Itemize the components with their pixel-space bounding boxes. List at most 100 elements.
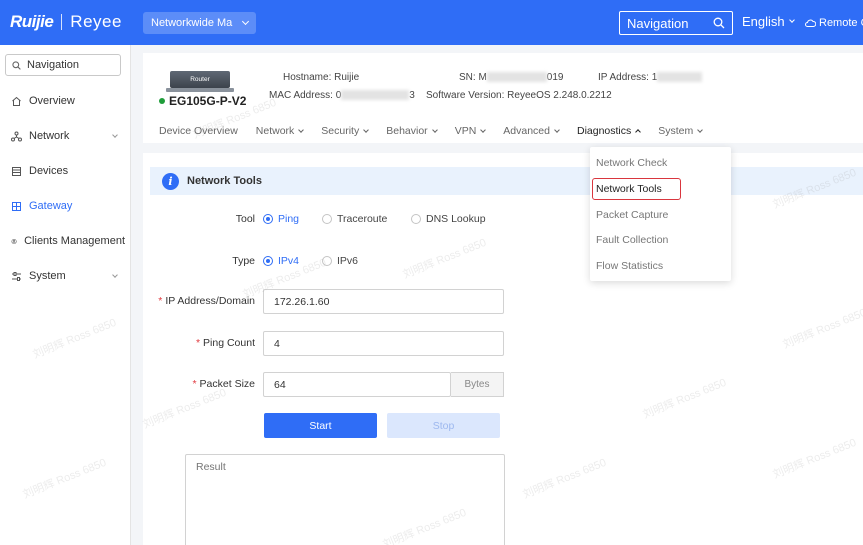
sn-label: SN:: [459, 72, 476, 83]
tab-label: VPN: [454, 125, 477, 137]
section-header: i Network Tools: [150, 167, 863, 195]
tab-label: Device Overview: [159, 125, 238, 137]
network-icon: [11, 131, 22, 141]
menu-item-packet-capture[interactable]: Packet Capture: [596, 209, 668, 221]
ip-info: IP Address: 1: [598, 72, 703, 83]
tab-system[interactable]: System: [658, 125, 704, 137]
chevron-down-icon: [112, 271, 118, 278]
section-title: Network Tools: [187, 175, 262, 187]
gateway-icon: [12, 201, 21, 211]
required-asterisk: *: [195, 337, 201, 349]
tab-behavior[interactable]: Behavior: [386, 125, 438, 137]
chevron-down-icon: [788, 17, 795, 23]
menu-item-network-check[interactable]: Network Check: [596, 157, 667, 169]
diagnostics-dropdown: Network Check Network Tools Packet Captu…: [590, 147, 731, 281]
highlight-box: [592, 178, 681, 200]
brand-secondary: Reyee: [70, 12, 122, 31]
tab-device-overview[interactable]: Device Overview: [159, 125, 238, 137]
ip-domain-input[interactable]: [263, 289, 504, 314]
sidebar-item-overview[interactable]: Overview: [11, 95, 125, 107]
sidebar-item-network[interactable]: Network: [11, 130, 125, 142]
packet-size-unit: Bytes: [451, 372, 504, 397]
hostname-info: Hostname: Ruijie: [283, 72, 359, 83]
project-select[interactable]: Networkwide Ma: [143, 12, 256, 34]
ping-count-label-text: Ping Count: [203, 337, 255, 349]
tab-label: System: [658, 125, 694, 137]
stop-button[interactable]: Stop: [387, 413, 500, 438]
sidebar-item-label: System: [29, 270, 66, 282]
radio-ipv4[interactable]: IPv4: [263, 255, 299, 267]
navigation-search[interactable]: Navigation: [619, 11, 733, 35]
search-icon: [12, 60, 21, 70]
radio-ping[interactable]: Ping: [263, 213, 299, 225]
remote-button[interactable]: Remote C: [805, 17, 863, 29]
chevron-up-icon: [635, 129, 642, 135]
tab-diagnostics[interactable]: Diagnostics: [577, 125, 642, 137]
menu-item-fault-collection[interactable]: Fault Collection: [596, 234, 668, 246]
router-icon-label: Router: [190, 76, 210, 83]
tab-vpn[interactable]: VPN: [454, 125, 487, 137]
redacted-mask: [657, 72, 703, 83]
sidebar-item-label: Gateway: [29, 200, 73, 212]
sidebar-item-gateway[interactable]: Gateway: [11, 200, 125, 212]
ip-domain-label: * IP Address/Domain: [145, 295, 255, 307]
tab-label: Advanced: [503, 125, 550, 137]
chevron-down-icon: [363, 126, 370, 133]
radio-selected-icon: [263, 256, 273, 266]
start-button[interactable]: Start: [264, 413, 377, 438]
sidebar-search[interactable]: Navigation: [5, 54, 121, 76]
hostname-value: Ruijie: [334, 72, 360, 83]
status-online-icon: [159, 98, 165, 104]
ip-domain-label-text: IP Address/Domain: [165, 295, 255, 307]
chevron-down-icon: [112, 131, 118, 138]
settings-icon: [12, 271, 21, 281]
tool-label: Tool: [200, 213, 255, 225]
sidebar: Navigation Overview Network Devices Gate…: [0, 45, 131, 545]
result-textarea[interactable]: [185, 454, 505, 545]
brand-logo[interactable]: Ruijie Reyee: [10, 12, 122, 32]
redacted-mask: [341, 90, 410, 101]
info-icon: i: [162, 172, 179, 190]
router-icon: Router: [166, 71, 234, 92]
tab-label: Network: [255, 125, 295, 137]
brand-primary: Ruijie: [10, 12, 54, 31]
radio-ipv6[interactable]: IPv6: [322, 255, 358, 267]
mac-value-suffix: 3: [409, 90, 415, 101]
chevron-down-icon: [241, 17, 250, 26]
redacted-mask: [486, 72, 547, 83]
packet-size-input[interactable]: [263, 372, 451, 397]
sidebar-item-devices[interactable]: Devices: [11, 165, 125, 177]
radio-unselected-icon: [322, 256, 332, 266]
tab-network[interactable]: Network: [255, 125, 305, 137]
home-icon: [12, 96, 21, 106]
menu-item-flow-statistics[interactable]: Flow Statistics: [596, 260, 663, 272]
type-label: Type: [200, 255, 255, 267]
packet-size-label: * Packet Size: [145, 378, 255, 390]
tab-advanced[interactable]: Advanced: [503, 125, 560, 137]
radio-label: IPv4: [278, 255, 300, 267]
type-label-text: Type: [232, 255, 255, 267]
radio-unselected-icon: [322, 214, 332, 224]
ip-label: IP Address:: [598, 72, 649, 83]
device-tabs: Device Overview Network Security Behavio…: [159, 125, 720, 137]
radio-traceroute[interactable]: Traceroute: [322, 213, 387, 225]
sidebar-item-system[interactable]: System: [11, 270, 125, 282]
radio-unselected-icon: [411, 214, 421, 224]
remote-label: Remote C: [819, 17, 863, 29]
software-label: Software Version:: [426, 90, 505, 101]
device-model-text: EG105G-P-V2: [169, 94, 247, 108]
language-select[interactable]: English: [742, 14, 795, 29]
sidebar-item-clients-management[interactable]: Clients Management: [11, 235, 125, 247]
top-bar: Ruijie Reyee Networkwide Ma Navigation E…: [0, 0, 863, 45]
packet-size-label-text: Packet Size: [199, 378, 255, 390]
hostname-label: Hostname:: [283, 72, 332, 83]
chevron-down-icon: [697, 126, 704, 133]
radio-dns-lookup[interactable]: DNS Lookup: [411, 213, 486, 225]
sidebar-item-label: Clients Management: [24, 235, 125, 247]
required-asterisk: *: [192, 378, 197, 390]
ping-count-input[interactable]: [263, 331, 504, 356]
radio-label: Ping: [278, 213, 300, 225]
clients-icon: [11, 238, 17, 244]
sidebar-item-label: Overview: [29, 95, 75, 107]
tab-security[interactable]: Security: [321, 125, 370, 137]
